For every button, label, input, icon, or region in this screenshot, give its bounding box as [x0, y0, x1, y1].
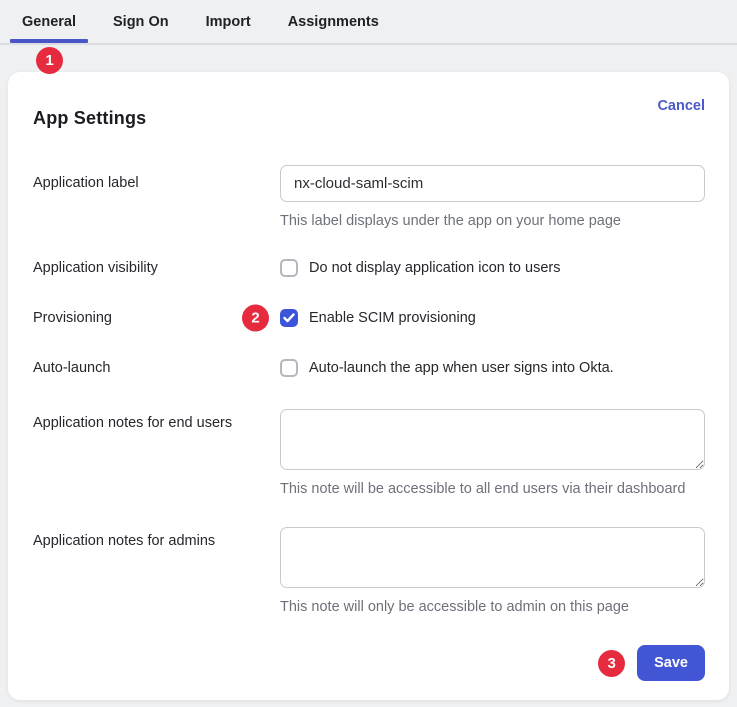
auto-launch-label: Auto-launch: [33, 360, 280, 376]
provisioning-row: Provisioning 2 Enable SCIM provisioning: [33, 309, 705, 327]
app-settings-card: App Settings Cancel Application label Th…: [8, 72, 729, 700]
cancel-link[interactable]: Cancel: [657, 98, 705, 114]
notes-admins-textarea[interactable]: [280, 527, 705, 588]
card-footer: 3 Save: [33, 645, 705, 681]
application-visibility-checkbox-wrap[interactable]: Do not display application icon to users: [280, 259, 705, 277]
notes-end-users-label: Application notes for end users: [33, 409, 280, 497]
notes-end-users-row: Application notes for end users This not…: [33, 409, 705, 497]
application-visibility-checkbox[interactable]: [280, 259, 298, 277]
annotation-badge-1: 1: [36, 47, 63, 74]
application-label-row: Application label This label displays un…: [33, 165, 705, 229]
checkmark-icon: [283, 313, 295, 323]
save-button[interactable]: Save: [637, 645, 705, 681]
notes-admins-label: Application notes for admins: [33, 527, 280, 615]
page-title: App Settings: [33, 98, 146, 129]
application-label-input[interactable]: [280, 165, 705, 202]
application-visibility-checkbox-label[interactable]: Do not display application icon to users: [309, 260, 560, 276]
auto-launch-checkbox-label[interactable]: Auto-launch the app when user signs into…: [309, 360, 614, 376]
tab-assignments[interactable]: Assignments: [288, 3, 379, 41]
tab-bar: General Sign On Import Assignments: [0, 0, 737, 45]
provisioning-checkbox-label[interactable]: Enable SCIM provisioning: [309, 310, 476, 326]
auto-launch-checkbox-wrap[interactable]: Auto-launch the app when user signs into…: [280, 359, 705, 377]
notes-end-users-textarea[interactable]: [280, 409, 705, 470]
application-visibility-row: Application visibility Do not display ap…: [33, 259, 705, 277]
notes-admins-row: Application notes for admins This note w…: [33, 527, 705, 615]
provisioning-checkbox[interactable]: [280, 309, 298, 327]
auto-launch-checkbox[interactable]: [280, 359, 298, 377]
annotation-badge-3: 3: [598, 650, 625, 677]
tab-import[interactable]: Import: [206, 3, 251, 41]
card-header: App Settings Cancel: [33, 98, 705, 129]
tab-sign-on[interactable]: Sign On: [113, 3, 169, 41]
notes-end-users-helper: This note will be accessible to all end …: [280, 481, 705, 497]
annotation-badge-2: 2: [242, 305, 269, 332]
auto-launch-row: Auto-launch Auto-launch the app when use…: [33, 359, 705, 377]
notes-admins-helper: This note will only be accessible to adm…: [280, 599, 705, 615]
application-visibility-label: Application visibility: [33, 260, 280, 276]
tab-general[interactable]: General: [22, 3, 76, 41]
application-label-label: Application label: [33, 165, 280, 229]
provisioning-checkbox-wrap[interactable]: 2 Enable SCIM provisioning: [280, 309, 705, 327]
application-label-helper: This label displays under the app on you…: [280, 213, 705, 229]
